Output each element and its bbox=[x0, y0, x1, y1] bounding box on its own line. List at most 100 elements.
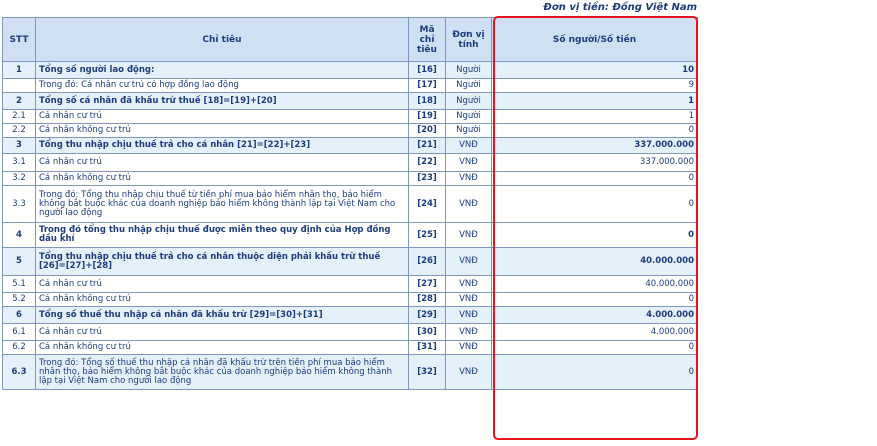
row-chi-tieu: Tổng số thuế thu nhập cá nhân đã khấu tr… bbox=[35, 306, 409, 324]
row-value-input[interactable]: 0 bbox=[491, 171, 698, 186]
row-stt: 6.3 bbox=[2, 354, 36, 390]
row-don-vi-tinh: Người bbox=[445, 92, 492, 110]
row-chi-tieu: Trong đó: Cá nhân cư trú có hợp đồng lao… bbox=[35, 78, 409, 93]
row-stt: 3.2 bbox=[2, 171, 36, 186]
row-ma-chi-tieu: [22] bbox=[408, 153, 446, 172]
row-chi-tieu: Cá nhân cư trú bbox=[35, 275, 409, 293]
row-value-input[interactable]: 0 bbox=[491, 123, 698, 138]
header-don-vi-tinh: Đơn vị tính bbox=[445, 17, 492, 62]
table-row: 5.1 Cá nhân cư trú [27] VNĐ 40.000.000 bbox=[2, 275, 698, 293]
row-don-vi-tinh: VNĐ bbox=[445, 153, 492, 172]
row-value-input[interactable]: 10 bbox=[491, 61, 698, 79]
row-ma-chi-tieu: [20] bbox=[408, 123, 446, 138]
row-value-input[interactable]: 0 bbox=[491, 354, 698, 390]
row-ma-chi-tieu: [29] bbox=[408, 306, 446, 324]
row-value-input[interactable]: 0 bbox=[491, 340, 698, 355]
row-don-vi-tinh: Người bbox=[445, 123, 492, 138]
row-value-input[interactable]: 4.000.000 bbox=[491, 323, 698, 341]
row-don-vi-tinh: VNĐ bbox=[445, 306, 492, 324]
row-stt: 1 bbox=[2, 61, 36, 79]
table-row: Trong đó: Cá nhân cư trú có hợp đồng lao… bbox=[2, 78, 698, 93]
row-ma-chi-tieu: [27] bbox=[408, 275, 446, 293]
row-stt: 5.2 bbox=[2, 292, 36, 307]
row-chi-tieu: Tổng số cá nhân đã khấu trừ thuế [18]=[1… bbox=[35, 92, 409, 110]
row-stt: 4 bbox=[2, 222, 36, 248]
row-ma-chi-tieu: [19] bbox=[408, 109, 446, 124]
table-row: 3.1 Cá nhân cư trú [22] VNĐ 337.000.000 bbox=[2, 153, 698, 172]
row-value-input[interactable]: 9 bbox=[491, 78, 698, 93]
row-stt: 2.2 bbox=[2, 123, 36, 138]
row-ma-chi-tieu: [28] bbox=[408, 292, 446, 307]
table-row: 6 Tổng số thuế thu nhập cá nhân đã khấu t… bbox=[2, 306, 698, 324]
header-chi-tieu: Chỉ tiêu bbox=[35, 17, 409, 62]
row-don-vi-tinh: VNĐ bbox=[445, 185, 492, 223]
row-value-input[interactable]: 0 bbox=[491, 185, 698, 223]
table-row: 2.1 Cá nhân cư trú [19] Người 1 bbox=[2, 109, 698, 124]
row-don-vi-tinh: Người bbox=[445, 61, 492, 79]
row-don-vi-tinh: VNĐ bbox=[445, 275, 492, 293]
table-row: 3.2 Cá nhân không cư trú [23] VNĐ 0 bbox=[2, 171, 698, 186]
row-don-vi-tinh: VNĐ bbox=[445, 292, 492, 307]
row-chi-tieu: Tổng thu nhập chịu thuế trả cho cá nhân … bbox=[35, 137, 409, 154]
row-stt: 2 bbox=[2, 92, 36, 110]
table-row: 4 Trong đó tổng thu nhập chịu thuế được m… bbox=[2, 222, 698, 248]
row-don-vi-tinh: VNĐ bbox=[445, 171, 492, 186]
table-row: 6.2 Cá nhân không cư trú [31] VNĐ 0 bbox=[2, 340, 698, 355]
header-ma-chi-tieu: Mã chỉ tiêu bbox=[408, 17, 446, 62]
row-value-input[interactable]: 40.000.000 bbox=[491, 275, 698, 293]
row-don-vi-tinh: VNĐ bbox=[445, 137, 492, 154]
row-stt: 2.1 bbox=[2, 109, 36, 124]
tax-report-table: STT Chỉ tiêu Mã chỉ tiêu Đơn vị tính Số … bbox=[2, 17, 698, 390]
row-value-input[interactable]: 40.000.000 bbox=[491, 247, 698, 276]
row-value-input[interactable]: 0 bbox=[491, 222, 698, 248]
row-stt: 3.1 bbox=[2, 153, 36, 172]
table-row: 2.2 Cá nhân không cư trú [20] Người 0 bbox=[2, 123, 698, 138]
table-row: 6.1 Cá nhân cư trú [30] VNĐ 4.000.000 bbox=[2, 323, 698, 341]
row-stt: 6 bbox=[2, 306, 36, 324]
row-don-vi-tinh: Người bbox=[445, 78, 492, 93]
row-value-input[interactable]: 0 bbox=[491, 292, 698, 307]
row-ma-chi-tieu: [16] bbox=[408, 61, 446, 79]
row-chi-tieu: Cá nhân cư trú bbox=[35, 153, 409, 172]
row-ma-chi-tieu: [31] bbox=[408, 340, 446, 355]
row-stt: 5.1 bbox=[2, 275, 36, 293]
row-stt: 6.1 bbox=[2, 323, 36, 341]
row-value-input[interactable]: 4.000.000 bbox=[491, 306, 698, 324]
row-ma-chi-tieu: [17] bbox=[408, 78, 446, 93]
row-don-vi-tinh: VNĐ bbox=[445, 323, 492, 341]
row-value-input[interactable]: 1 bbox=[491, 92, 698, 110]
row-ma-chi-tieu: [23] bbox=[408, 171, 446, 186]
row-chi-tieu: Cá nhân không cư trú bbox=[35, 171, 409, 186]
row-don-vi-tinh: VNĐ bbox=[445, 354, 492, 390]
row-ma-chi-tieu: [24] bbox=[408, 185, 446, 223]
row-chi-tieu: Cá nhân không cư trú bbox=[35, 340, 409, 355]
row-chi-tieu: Tổng thu nhập chịu thuế trả cho cá nhân … bbox=[35, 247, 409, 276]
row-ma-chi-tieu: [26] bbox=[408, 247, 446, 276]
table-row: 1 Tổng số người lao động: [16] Người 10 bbox=[2, 61, 698, 79]
row-stt bbox=[2, 78, 36, 93]
row-value-input[interactable]: 337.000.000 bbox=[491, 137, 698, 154]
row-ma-chi-tieu: [21] bbox=[408, 137, 446, 154]
table-header-row: STT Chỉ tiêu Mã chỉ tiêu Đơn vị tính Số … bbox=[2, 17, 698, 62]
row-value-input[interactable]: 1 bbox=[491, 109, 698, 124]
row-chi-tieu: Tổng số người lao động: bbox=[35, 61, 409, 79]
row-chi-tieu: Cá nhân cư trú bbox=[35, 109, 409, 124]
row-value-input[interactable]: 337.000.000 bbox=[491, 153, 698, 172]
table-row: 5.2 Cá nhân không cư trú [28] VNĐ 0 bbox=[2, 292, 698, 307]
row-chi-tieu: Trong đó: Tổng số thuế thu nhập cá nhân … bbox=[35, 354, 409, 390]
table-row: 3 Tổng thu nhập chịu thuế trả cho cá nhân… bbox=[2, 137, 698, 154]
row-chi-tieu: Trong đó tổng thu nhập chịu thuế được mi… bbox=[35, 222, 409, 248]
row-stt: 3 bbox=[2, 137, 36, 154]
table-row: 6.3 Trong đó: Tổng số thuế thu nhập cá nh… bbox=[2, 354, 698, 390]
row-stt: 3.3 bbox=[2, 185, 36, 223]
row-stt: 5 bbox=[2, 247, 36, 276]
currency-unit-label: Đơn vị tiền: Đồng Việt Nam bbox=[543, 2, 697, 13]
row-stt: 6.2 bbox=[2, 340, 36, 355]
table-row: 3.3 Trong đó: Tổng thu nhập chịu thuế từ … bbox=[2, 185, 698, 223]
row-chi-tieu: Cá nhân không cư trú bbox=[35, 292, 409, 307]
row-ma-chi-tieu: [32] bbox=[408, 354, 446, 390]
table-row: 5 Tổng thu nhập chịu thuế trả cho cá nhân… bbox=[2, 247, 698, 276]
row-chi-tieu: Cá nhân cư trú bbox=[35, 323, 409, 341]
row-don-vi-tinh: Người bbox=[445, 109, 492, 124]
row-chi-tieu: Trong đó: Tổng thu nhập chịu thuế từ tiề… bbox=[35, 185, 409, 223]
